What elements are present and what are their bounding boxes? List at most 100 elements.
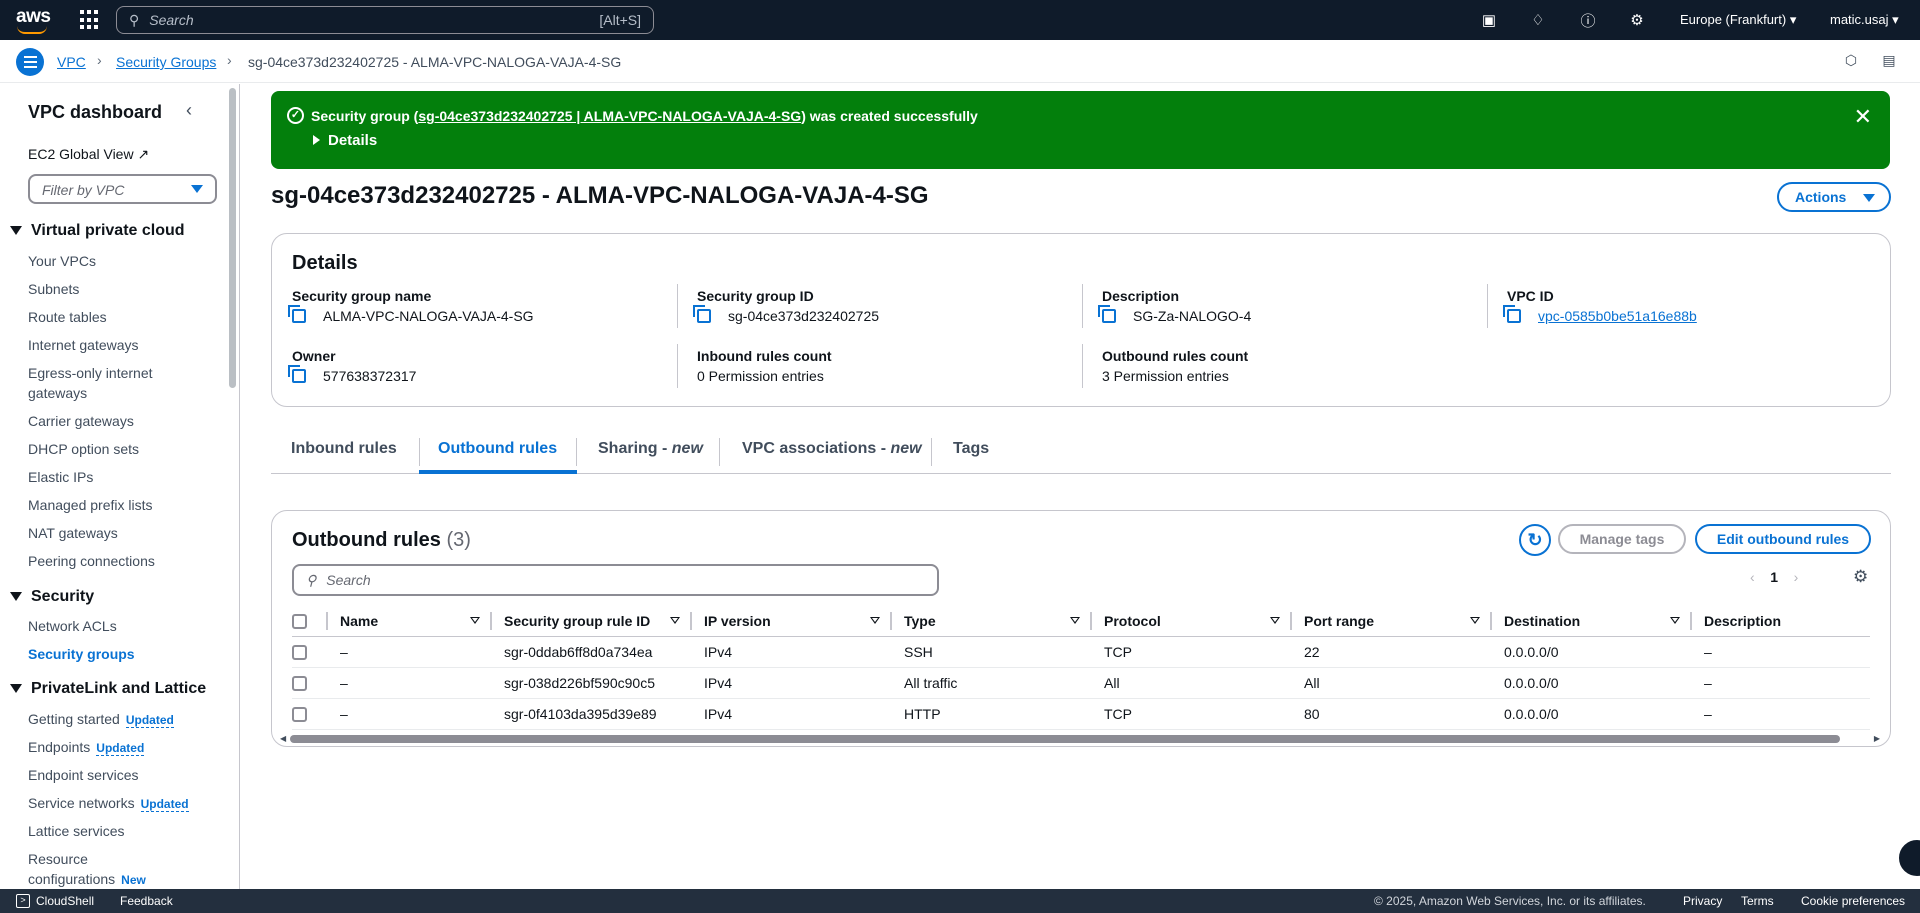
sidebar-item-getting-started[interactable]: Getting started Updated	[28, 709, 228, 730]
privacy-link[interactable]: Privacy	[1683, 894, 1722, 908]
flash-security-group-link[interactable]: sg-04ce373d232402725 | ALMA-VPC-NALOGA-V…	[418, 108, 801, 124]
rules-search-input[interactable]: ⚲ Search	[292, 564, 939, 596]
sidebar-item-peering-connections[interactable]: Peering connections	[28, 551, 188, 571]
flash-details-expander[interactable]: Details	[313, 132, 377, 149]
sidebar-section-security[interactable]: Security	[10, 588, 94, 606]
updated-badge: Updated	[96, 741, 145, 756]
sidebar-scrollbar[interactable]	[228, 84, 238, 889]
copy-icon[interactable]	[288, 305, 306, 323]
region-selector[interactable]: Europe (Frankfurt) ▾	[1680, 12, 1796, 28]
copy-icon[interactable]	[1098, 305, 1116, 323]
row-checkbox[interactable]	[292, 675, 307, 691]
scroll-left-icon[interactable]: ◀	[280, 734, 286, 743]
column-header-type[interactable]: Type	[892, 606, 1092, 637]
tools-panel-icon[interactable]: ▤	[1880, 52, 1898, 70]
cell-ip-version: IPv4	[692, 636, 892, 668]
settings-gear-icon[interactable]: ⚙	[1628, 11, 1646, 29]
global-search-input[interactable]: ⚲ Search [Alt+S]	[116, 6, 654, 34]
sidebar-section-privatelink-and-lattice[interactable]: PrivateLink and Lattice	[10, 680, 206, 698]
cloudshell-icon[interactable]: ▣	[1480, 11, 1498, 29]
scroll-right-icon[interactable]: ▶	[1874, 734, 1880, 743]
cell-rule-id: sgr-038d226bf590c90c5	[492, 667, 692, 699]
tab-tags[interactable]: Tags	[953, 440, 989, 458]
table-row[interactable]: – sgr-038d226bf590c90c5 IPv4 All traffic…	[292, 667, 1870, 699]
vpc-id-link[interactable]: vpc-0585b0be51a16e88b	[1538, 308, 1697, 324]
sidebar-item-egress-only-internet-gateways[interactable]: Egress-only internet gateways	[28, 363, 188, 403]
sidebar-item-endpoint-services[interactable]: Endpoint services	[28, 765, 188, 785]
field-security-group-id: Security group ID sg-04ce373d232402725	[693, 288, 880, 324]
tab-outbound-rules[interactable]: Outbound rules	[438, 440, 557, 458]
sidebar-item-nat-gateways[interactable]: NAT gateways	[28, 523, 188, 543]
aws-logo[interactable]: aws	[16, 6, 51, 34]
sidebar-section-virtual-private-cloud[interactable]: Virtual private cloud	[10, 222, 185, 240]
cookie-preferences-link[interactable]: Cookie preferences	[1801, 894, 1905, 908]
page-number[interactable]: 1	[1770, 569, 1778, 585]
column-header-name[interactable]: Name	[328, 606, 492, 637]
services-menu-icon[interactable]	[80, 10, 100, 30]
copy-icon[interactable]	[1503, 305, 1521, 323]
sidebar-item-ec2-global-view[interactable]: EC2 Global View ↗	[28, 146, 149, 163]
copy-icon[interactable]	[693, 305, 711, 323]
sidebar-item-resource-configurations[interactable]: Resource configurations New	[28, 849, 146, 889]
outbound-rules-heading: Outbound rules (3)	[292, 529, 471, 551]
table-horizontal-scrollbar[interactable]: ◀ ▶	[280, 734, 1880, 744]
pagination: ‹ 1 ›	[1750, 569, 1798, 585]
sidebar-item-security-groups[interactable]: Security groups	[28, 644, 188, 664]
row-checkbox[interactable]	[292, 706, 307, 722]
manage-tags-button[interactable]: Manage tags	[1558, 524, 1686, 554]
close-icon[interactable]: ✕	[1854, 104, 1872, 130]
column-header-protocol[interactable]: Protocol	[1092, 606, 1292, 637]
column-header-rule-id[interactable]: Security group rule ID	[492, 606, 692, 637]
next-page-icon[interactable]: ›	[1794, 569, 1799, 585]
search-icon: ⚲	[129, 11, 140, 28]
actions-button[interactable]: Actions	[1777, 182, 1891, 212]
page-title: sg-04ce373d232402725 - ALMA-VPC-NALOGA-V…	[271, 182, 929, 209]
tab-vpc-associations[interactable]: VPC associations - new	[742, 440, 922, 458]
floating-action-button[interactable]	[1897, 838, 1920, 878]
sidebar-item-dhcp-option-sets[interactable]: DHCP option sets	[28, 439, 188, 459]
edit-outbound-rules-button[interactable]: Edit outbound rules	[1695, 524, 1871, 554]
tab-sharing[interactable]: Sharing - new	[598, 440, 703, 458]
sidebar-item-endpoints[interactable]: Endpoints Updated	[28, 737, 228, 758]
column-header-ip-version[interactable]: IP version	[692, 606, 892, 637]
side-nav-toggle-icon[interactable]	[16, 48, 44, 76]
tab-inbound-rules[interactable]: Inbound rules	[291, 440, 397, 458]
column-header-port-range[interactable]: Port range	[1292, 606, 1492, 637]
collapse-sidebar-icon[interactable]: ‹	[186, 100, 192, 121]
copy-icon[interactable]	[288, 365, 306, 383]
notifications-bell-icon[interactable]: ♢	[1529, 11, 1547, 29]
cloudshell-button[interactable]: > CloudShell	[16, 894, 94, 908]
sidebar-item-subnets[interactable]: Subnets	[28, 279, 188, 299]
help-icon[interactable]: ⓘ	[1579, 11, 1597, 30]
notifications-panel-icon[interactable]: ⬡	[1842, 52, 1860, 70]
row-checkbox[interactable]	[292, 644, 307, 660]
breadcrumb-security-groups[interactable]: Security Groups	[116, 54, 216, 70]
select-all-checkbox[interactable]	[292, 614, 307, 630]
sidebar-item-internet-gateways[interactable]: Internet gateways	[28, 335, 188, 355]
rule-count: (3)	[446, 529, 471, 551]
cell-ip-version: IPv4	[692, 667, 892, 699]
breadcrumb-vpc[interactable]: VPC	[57, 54, 86, 70]
sidebar-item-lattice-services[interactable]: Lattice services	[28, 821, 188, 841]
table-row[interactable]: – sgr-0ddab6ff8d0a734ea IPv4 SSH TCP 22 …	[292, 636, 1870, 668]
sidebar-title[interactable]: VPC dashboard	[28, 102, 162, 123]
account-menu[interactable]: matic.usaj ▾	[1830, 12, 1899, 28]
filter-by-vpc-select[interactable]: Filter by VPC	[28, 174, 217, 204]
side-navigation: VPC dashboard ‹ EC2 Global View ↗ Filter…	[0, 84, 240, 889]
column-header-description[interactable]: Description	[1692, 606, 1870, 637]
terms-link[interactable]: Terms	[1741, 894, 1774, 908]
cell-name: –	[328, 636, 492, 668]
sidebar-item-service-networks[interactable]: Service networks Updated	[28, 793, 228, 814]
sidebar-item-elastic-ips[interactable]: Elastic IPs	[28, 467, 188, 487]
table-preferences-gear-icon[interactable]: ⚙	[1853, 567, 1868, 587]
sidebar-item-network-acls[interactable]: Network ACLs	[28, 616, 188, 636]
column-header-destination[interactable]: Destination	[1492, 606, 1692, 637]
sidebar-item-carrier-gateways[interactable]: Carrier gateways	[28, 411, 188, 431]
sidebar-item-your-vpcs[interactable]: Your VPCs	[28, 251, 188, 271]
sidebar-item-managed-prefix-lists[interactable]: Managed prefix lists	[28, 495, 188, 515]
table-row[interactable]: – sgr-0f4103da395d39e89 IPv4 HTTP TCP 80…	[292, 698, 1870, 730]
previous-page-icon[interactable]: ‹	[1750, 569, 1755, 585]
sidebar-item-route-tables[interactable]: Route tables	[28, 307, 188, 327]
feedback-link[interactable]: Feedback	[120, 894, 173, 908]
refresh-icon[interactable]: ↻	[1519, 524, 1551, 556]
